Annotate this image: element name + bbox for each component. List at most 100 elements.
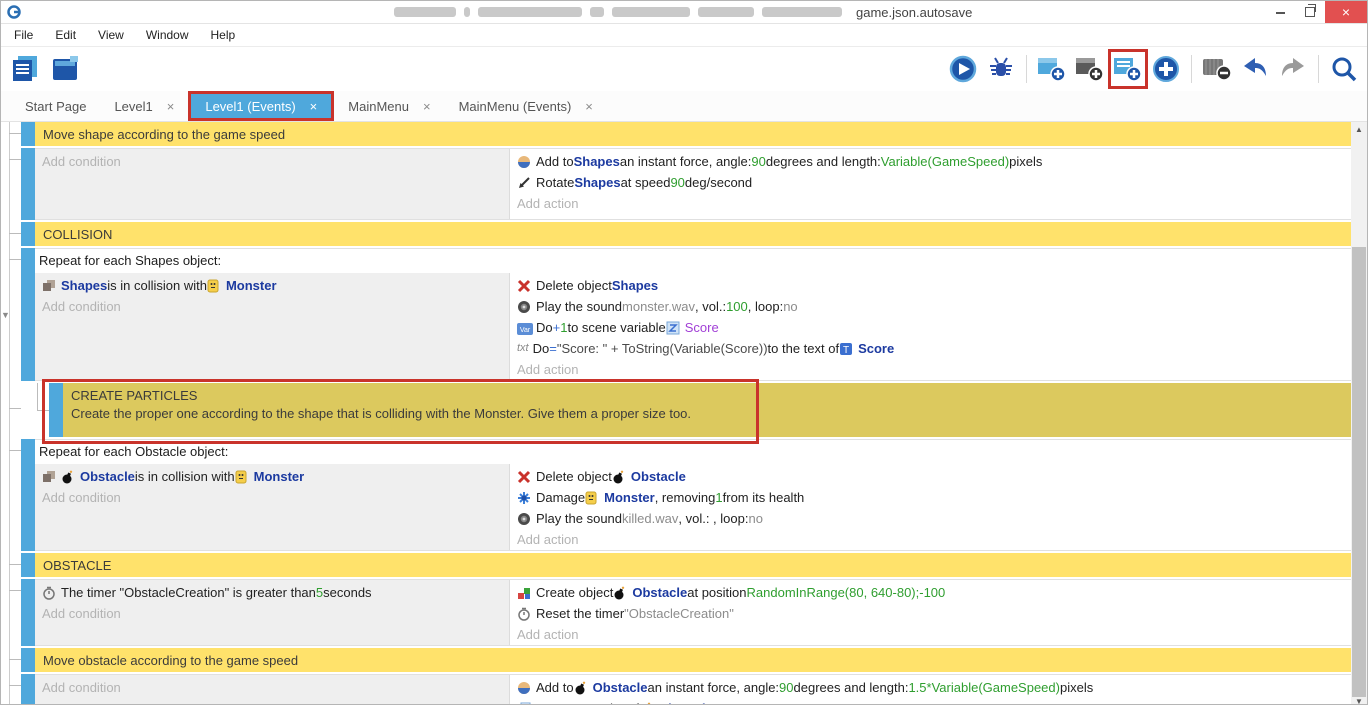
add-external-events-icon[interactable] bbox=[1073, 52, 1107, 86]
scene-editor-icon[interactable] bbox=[49, 52, 83, 86]
fold-arrow-icon[interactable]: ▼ bbox=[1, 310, 10, 320]
obstacle-icon bbox=[639, 701, 654, 705]
text-segment: to Z-order of bbox=[567, 698, 639, 705]
event-handle[interactable] bbox=[21, 148, 35, 220]
title-redacted bbox=[464, 7, 470, 17]
add-scene-icon[interactable] bbox=[1035, 52, 1069, 86]
scroll-down-icon[interactable]: ▼ bbox=[1351, 694, 1367, 705]
text-segment: Damage bbox=[536, 487, 585, 508]
sub-event-connector bbox=[21, 383, 49, 437]
text-segment: Play the sound bbox=[536, 508, 622, 529]
event-handle[interactable] bbox=[21, 553, 35, 577]
title-bar: game.json.autosave × bbox=[1, 1, 1367, 24]
tab-close-icon[interactable]: × bbox=[423, 99, 431, 114]
add-action-button[interactable]: Add action bbox=[510, 359, 1352, 380]
tab-level1-events[interactable]: Level1 (Events)× bbox=[188, 91, 334, 121]
event-row[interactable]: Add conditionAdd to Shapes an instant fo… bbox=[1, 148, 1353, 220]
text-segment: Obstacle bbox=[658, 698, 713, 705]
comment-row[interactable]: Move shape according to the game speed bbox=[1, 122, 1353, 146]
text-segment: Shapes bbox=[574, 172, 620, 193]
debug-icon[interactable] bbox=[984, 52, 1018, 86]
event-handle[interactable] bbox=[21, 122, 35, 146]
scrollbar[interactable]: ▲ ▼ bbox=[1351, 122, 1367, 705]
tab-level1[interactable]: Level1× bbox=[100, 91, 188, 121]
add-events-sheet-icon[interactable] bbox=[1111, 52, 1145, 86]
comment-row[interactable]: COLLISION bbox=[1, 222, 1353, 246]
restore-button[interactable] bbox=[1295, 1, 1325, 23]
action-line: Create object Obstacle at position Rando… bbox=[510, 582, 1352, 603]
add-condition-button[interactable]: Add condition bbox=[35, 296, 509, 317]
tab-close-icon[interactable]: × bbox=[310, 99, 318, 114]
event-handle[interactable] bbox=[49, 383, 63, 437]
event-handle[interactable] bbox=[21, 222, 35, 246]
project-manager-icon[interactable] bbox=[9, 52, 43, 86]
event-handle[interactable] bbox=[21, 248, 35, 381]
action-line: Add to Shapes an instant force, angle: 9… bbox=[510, 151, 1352, 172]
condition-line: The timer "ObstacleCreation" is greater … bbox=[35, 582, 509, 603]
collision-icon bbox=[42, 278, 57, 293]
add-condition-button[interactable]: Add condition bbox=[35, 603, 509, 624]
conditions-cell: Add condition bbox=[35, 675, 510, 705]
scroll-up-icon[interactable]: ▲ bbox=[1351, 122, 1367, 137]
menu-view[interactable]: View bbox=[87, 24, 135, 46]
tab-mainmenu[interactable]: MainMenu× bbox=[334, 91, 444, 121]
text-segment: 90 bbox=[751, 151, 765, 172]
event-handle[interactable] bbox=[21, 579, 35, 646]
txt-icon: txt bbox=[517, 338, 529, 359]
minimize-button[interactable] bbox=[1265, 1, 1295, 23]
menu-edit[interactable]: Edit bbox=[44, 24, 87, 46]
tab-close-icon[interactable]: × bbox=[585, 99, 593, 114]
svg-text:T: T bbox=[843, 345, 849, 356]
scroll-thumb[interactable] bbox=[1352, 247, 1366, 697]
event-handle[interactable] bbox=[21, 674, 35, 705]
event-row[interactable]: Repeat for each Shapes object:Shapes is … bbox=[1, 248, 1353, 381]
comment-text[interactable]: Move obstacle according to the game spee… bbox=[35, 648, 1353, 672]
add-condition-button[interactable]: Add condition bbox=[35, 677, 509, 698]
tab-mainmenu-events[interactable]: MainMenu (Events)× bbox=[445, 91, 607, 121]
text-segment: Monster bbox=[604, 487, 655, 508]
add-action-button[interactable]: Add action bbox=[510, 529, 1352, 550]
comment-text[interactable]: COLLISION bbox=[35, 222, 1353, 246]
redo-icon[interactable] bbox=[1276, 52, 1310, 86]
comment-row[interactable]: Move obstacle according to the game spee… bbox=[1, 648, 1353, 672]
comment-text[interactable]: OBSTACLE bbox=[35, 553, 1353, 577]
rotate-icon bbox=[517, 175, 532, 190]
comment-row[interactable]: CREATE PARTICLESCreate the proper one ac… bbox=[1, 383, 1353, 437]
menu-help[interactable]: Help bbox=[200, 24, 247, 46]
comment-text[interactable]: CREATE PARTICLESCreate the proper one ac… bbox=[63, 383, 1353, 437]
conditions-cell: Shapes is in collision with MonsterAdd c… bbox=[35, 273, 510, 380]
event-handle[interactable] bbox=[21, 439, 35, 551]
condition-line: Obstacle is in collision with Monster bbox=[35, 466, 509, 487]
event-row[interactable]: Add conditionAdd to Obstacle an instant … bbox=[1, 674, 1353, 705]
scenevar-icon bbox=[666, 320, 681, 335]
tab-start-page[interactable]: Start Page bbox=[11, 91, 100, 121]
add-action-button[interactable]: Add action bbox=[510, 624, 1352, 645]
menu-window[interactable]: Window bbox=[135, 24, 200, 46]
action-line: Reset the timer "ObstacleCreation" bbox=[510, 603, 1352, 624]
event-content: Add conditionAdd to Shapes an instant fo… bbox=[35, 148, 1353, 220]
event-handle[interactable] bbox=[21, 648, 35, 672]
gutter bbox=[1, 674, 21, 705]
add-condition-button[interactable]: Add condition bbox=[35, 487, 509, 508]
tab-close-icon[interactable]: × bbox=[167, 99, 175, 114]
undo-icon[interactable] bbox=[1238, 52, 1272, 86]
text-segment: RandomInRange(80, 640-80);-100 bbox=[747, 582, 946, 603]
text-segment: from its health bbox=[723, 487, 805, 508]
text-segment: at position bbox=[687, 582, 746, 603]
remove-media-icon[interactable] bbox=[1200, 52, 1234, 86]
close-button[interactable]: × bbox=[1325, 1, 1367, 23]
app-logo-icon bbox=[6, 4, 22, 25]
play-icon[interactable] bbox=[946, 52, 980, 86]
menu-file[interactable]: File bbox=[3, 24, 44, 46]
comment-row[interactable]: OBSTACLE bbox=[1, 553, 1353, 577]
text-segment: to scene variable bbox=[567, 317, 665, 338]
comment-text[interactable]: Move shape according to the game speed bbox=[35, 122, 1353, 146]
search-icon[interactable] bbox=[1327, 52, 1361, 86]
text-segment: 4 bbox=[560, 698, 567, 705]
text-segment: Reset the timer bbox=[536, 603, 624, 624]
add-object-icon[interactable] bbox=[1149, 52, 1183, 86]
add-condition-button[interactable]: Add condition bbox=[35, 151, 509, 172]
event-row[interactable]: The timer "ObstacleCreation" is greater … bbox=[1, 579, 1353, 646]
event-row[interactable]: Repeat for each Obstacle object:Obstacle… bbox=[1, 439, 1353, 551]
add-action-button[interactable]: Add action bbox=[510, 193, 1352, 214]
